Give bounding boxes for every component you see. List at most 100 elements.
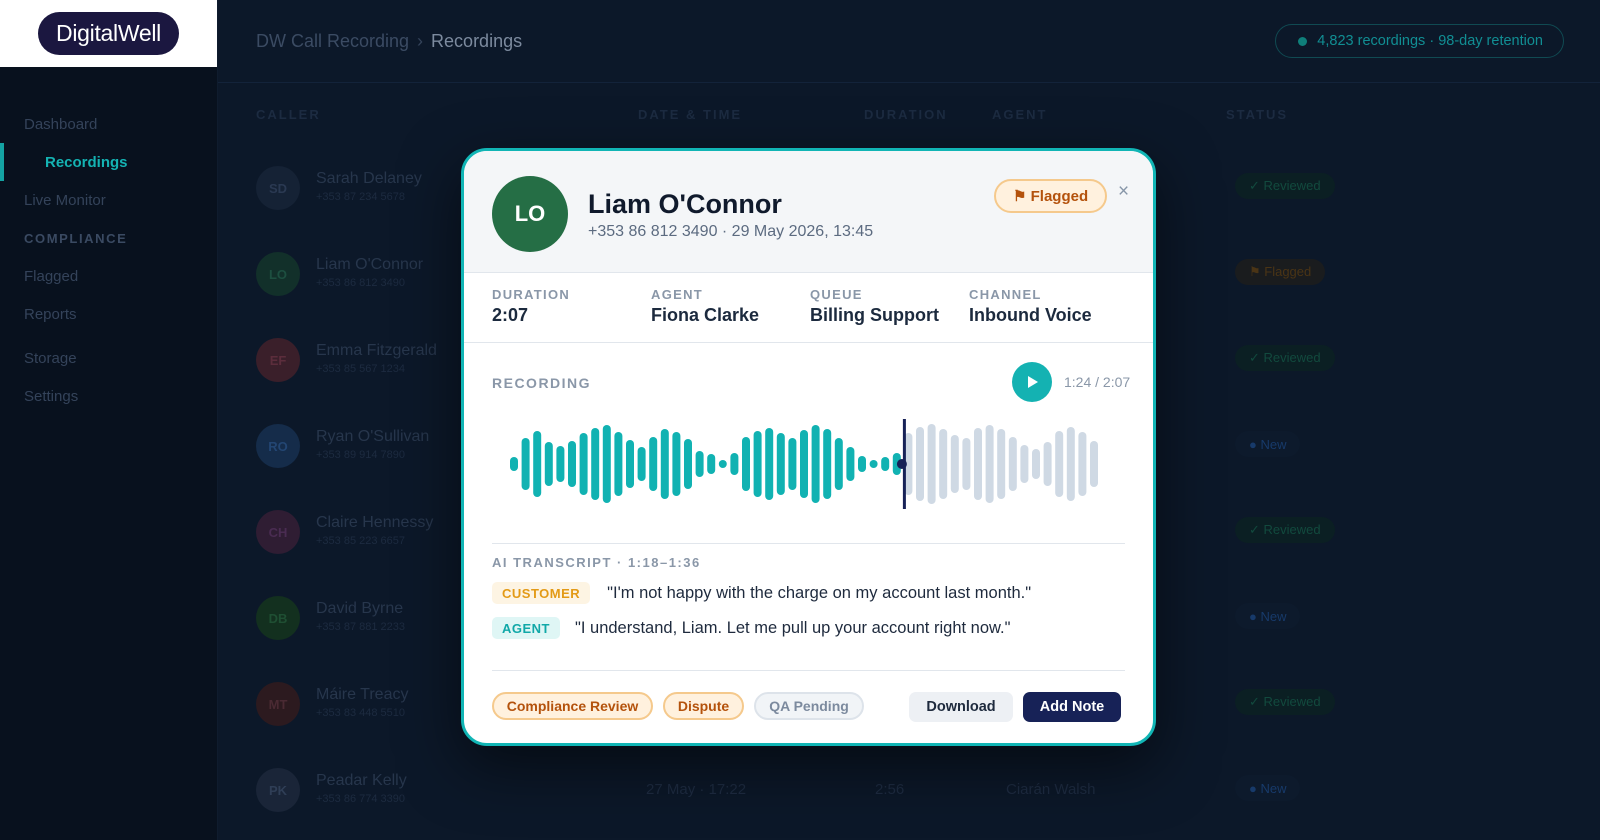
caller-phone: +353 86 774 3390 xyxy=(316,793,406,805)
waveform-bar xyxy=(962,438,971,490)
waveform-bar xyxy=(974,428,982,500)
breadcrumb-root[interactable]: DW Call Recording xyxy=(256,31,409,51)
table-header: CALLER DATE & TIME DURATION AGENT STATUS xyxy=(218,107,1600,127)
logo-area: DigitalWell xyxy=(0,0,217,67)
waveform-bar xyxy=(1032,449,1040,479)
sidebar-item-storage[interactable]: Storage xyxy=(0,339,217,377)
meta-channel-value: Inbound Voice xyxy=(969,305,1092,325)
waveform-bar xyxy=(626,440,634,488)
agent-name: Ciarán Walsh xyxy=(1006,781,1096,798)
caller-phone: +353 83 448 5510 xyxy=(316,707,406,719)
column-header-status[interactable]: STATUS xyxy=(1226,107,1288,122)
sidebar-item-live-monitor[interactable]: Live Monitor xyxy=(0,181,217,219)
sidebar-item-dashboard[interactable]: Dashboard xyxy=(0,105,217,143)
caller-name: Máire Treacy xyxy=(316,686,409,703)
waveform-bar xyxy=(776,433,785,495)
transcript-text: "I'm not happy with the charge on my acc… xyxy=(607,583,1032,602)
waveform-bar xyxy=(811,425,820,503)
caller-name: Emma Fitzgerald xyxy=(316,342,437,359)
sidebar-item-recordings[interactable]: Recordings xyxy=(0,143,217,181)
waveform-bar xyxy=(1020,445,1029,483)
waveform-bar xyxy=(742,437,750,491)
column-header-duration[interactable]: DURATION xyxy=(864,107,948,122)
waveform-bar xyxy=(753,431,762,497)
caller-phone: +353 85 223 6657 xyxy=(316,535,406,547)
sidebar-item-flagged[interactable]: Flagged xyxy=(0,257,217,295)
column-header-agent[interactable]: AGENT xyxy=(992,107,1048,122)
speaker-tag-agent: AGENT xyxy=(492,617,560,639)
status-badge: ✓ Reviewed xyxy=(1235,173,1335,199)
waveform-bar xyxy=(579,433,588,495)
avatar: DB xyxy=(256,596,300,640)
caller-subtitle: +353 86 812 3490 · 29 May 2026, 13:45 xyxy=(588,223,874,240)
status-dot-icon xyxy=(1298,36,1308,46)
waveform-bar xyxy=(718,460,727,468)
call-meta: DURATION 2:07 AGENT Fiona Clarke QUEUE B… xyxy=(464,273,1153,343)
waveform-bar xyxy=(649,437,658,491)
waveform-bar xyxy=(660,429,669,499)
caller-name: Ryan O'Sullivan xyxy=(316,428,430,445)
meta-channel-label: CHANNEL xyxy=(969,287,1042,302)
status-badge: ✓ Reviewed xyxy=(1235,689,1335,715)
waveform-bar xyxy=(707,454,716,474)
meta-duration-value: 2:07 xyxy=(492,305,529,325)
waveform-bar xyxy=(614,432,623,496)
waveform-bar xyxy=(672,432,681,496)
status-badge: ● New xyxy=(1235,603,1301,629)
modal-header: LO Liam O'Connor +353 86 812 3490 · 29 M… xyxy=(464,151,1153,273)
waveform-bar xyxy=(858,456,866,472)
play-button[interactable] xyxy=(1012,362,1052,402)
sidebar-section-compliance: COMPLIANCE xyxy=(24,230,128,246)
waveform-bar xyxy=(927,424,936,504)
meta-agent-label: AGENT xyxy=(651,287,703,302)
transcript-text: "I understand, Liam. Let me pull up your… xyxy=(575,618,1011,637)
waveform-bar xyxy=(544,442,553,486)
transcript-line-agent: AGENT "I understand, Liam. Let me pull u… xyxy=(492,617,1010,639)
meta-queue: QUEUE Billing Support xyxy=(810,287,939,326)
playback-time: 1:24 / 2:07 xyxy=(1064,374,1131,390)
top-bar: DW Call Recording › Recordings 4,823 recor… xyxy=(218,0,1600,83)
flagged-badge[interactable]: ⚑ Flagged xyxy=(994,179,1108,213)
waveform-bar xyxy=(730,453,739,475)
caller-avatar: LO xyxy=(492,176,568,252)
audio-waveform[interactable] xyxy=(510,419,1110,509)
table-row[interactable]: PK Peadar Kelly +353 86 774 3390 27 May · 1… xyxy=(218,747,1600,833)
caller-name: Peadar Kelly xyxy=(316,772,407,789)
column-header-datetime[interactable]: DATE & TIME xyxy=(638,107,742,122)
brand-logo[interactable]: DigitalWell xyxy=(38,12,179,55)
caller-phone: +353 86 812 3490 xyxy=(316,277,406,289)
transcript-line-customer: CUSTOMER "I'm not happy with the charge … xyxy=(492,582,1031,604)
sidebar-item-settings[interactable]: Settings xyxy=(0,377,217,415)
add-note-button[interactable]: Add Note xyxy=(1023,692,1121,722)
meta-agent-value: Fiona Clarke xyxy=(651,305,760,325)
tag-qa-pending[interactable]: QA Pending xyxy=(754,692,864,720)
recordings-stats-badge: 4,823 recordings · 98-day retention xyxy=(1275,24,1564,58)
waveform-bar xyxy=(684,439,692,489)
meta-duration: DURATION 2:07 xyxy=(492,287,570,326)
waveform-bar xyxy=(1078,432,1087,496)
recording-label: RECORDING xyxy=(492,375,592,391)
download-button[interactable]: Download xyxy=(909,692,1013,722)
status-badge: ✓ Reviewed xyxy=(1235,345,1335,371)
sidebar-item-reports[interactable]: Reports xyxy=(0,295,217,333)
waveform-bar xyxy=(881,457,890,471)
divider xyxy=(492,543,1125,544)
recording-detail-modal: LO Liam O'Connor +353 86 812 3490 · 29 M… xyxy=(461,148,1156,746)
waveform-bar xyxy=(869,460,878,468)
avatar: PK xyxy=(256,768,300,812)
playhead-handle[interactable] xyxy=(896,459,907,469)
tag-dispute[interactable]: Dispute xyxy=(663,692,744,720)
meta-queue-value: Billing Support xyxy=(810,305,939,325)
tag-compliance-review[interactable]: Compliance Review xyxy=(492,692,653,720)
close-icon[interactable]: × xyxy=(1118,181,1129,203)
waveform-bar xyxy=(1055,431,1064,497)
breadcrumb-current: Recordings xyxy=(431,31,523,51)
waveform-bar xyxy=(556,446,565,482)
stats-text: 4,823 recordings · 98-day retention xyxy=(1317,33,1543,49)
divider xyxy=(492,670,1125,671)
sidebar: DigitalWell Dashboard Recordings Live Mo… xyxy=(0,0,218,840)
waveform-bar xyxy=(950,435,959,493)
column-header-caller[interactable]: CALLER xyxy=(256,107,321,122)
caller-phone: +353 89 914 7890 xyxy=(316,449,406,461)
caller-phone: +353 87 234 5678 xyxy=(316,191,406,203)
